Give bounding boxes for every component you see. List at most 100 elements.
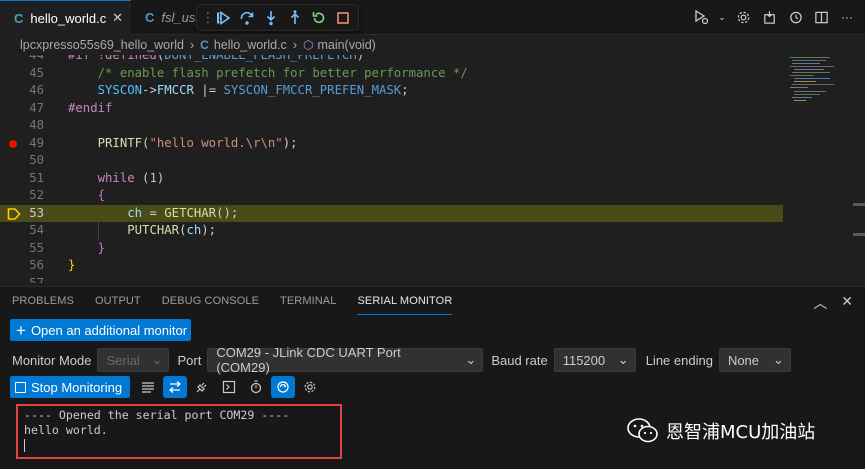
split-editor-icon[interactable] xyxy=(811,6,831,28)
code-line-52: 52 { xyxy=(29,188,106,202)
monitor-settings-row: Monitor Mode Serial ⌄ Port COM29 - JLink… xyxy=(12,345,862,375)
tab-fsl-usart[interactable]: C fsl_usa xyxy=(131,0,201,35)
chevron-down-icon: ⌄ xyxy=(151,352,163,367)
chevron-right-icon: › xyxy=(292,38,297,52)
monitor-toolbar: Stop Monitoring xyxy=(10,376,330,398)
step-over-icon xyxy=(240,11,254,25)
code-line-50: 50 xyxy=(29,153,44,167)
code-line-57: 57 xyxy=(29,275,44,284)
gear-icon xyxy=(304,381,316,393)
maximize-panel-icon[interactable]: ︿ xyxy=(813,293,827,313)
code-line-48: 48 xyxy=(29,118,44,132)
editor-tab-bar: C hello_world.c ✕ C fsl_usa ⋮⋮ ⌄ ··· xyxy=(0,0,865,35)
c-file-icon: C xyxy=(145,10,155,25)
baud-rate-label: Baud rate xyxy=(491,352,548,368)
open-monitor-label: Open an additional monitor xyxy=(30,322,188,338)
chevron-right-icon: › xyxy=(190,38,195,52)
bottom-panel: PROBLEMS OUTPUT DEBUG CONSOLE TERMINAL S… xyxy=(0,286,865,469)
stop-monitoring-label: Stop Monitoring xyxy=(31,379,123,395)
line-ending-label: Line ending xyxy=(645,352,713,368)
tab-output[interactable]: OUTPUT xyxy=(95,287,141,315)
toggle-hex-button[interactable] xyxy=(163,376,187,398)
chevron-down-icon[interactable]: ⌄ xyxy=(717,6,727,28)
tab-hello-world[interactable]: C hello_world.c ✕ xyxy=(0,0,131,35)
code-line-54: 54 PUTCHAR(ch); xyxy=(29,223,217,237)
tab-debug-console[interactable]: DEBUG CONSOLE xyxy=(162,287,259,315)
breadcrumb-file[interactable]: hello_world.c xyxy=(214,38,287,52)
wechat-logo-icon xyxy=(627,418,658,443)
drag-handle-icon[interactable]: ⋮⋮ xyxy=(201,9,227,26)
timestamp-button[interactable] xyxy=(244,376,268,398)
tab-terminal[interactable]: TERMINAL xyxy=(280,287,336,315)
output-line: ---- Opened the serial port COM29 ---- xyxy=(24,408,290,422)
minimap[interactable] xyxy=(790,55,852,283)
close-panel-icon[interactable]: ✕ xyxy=(841,293,853,313)
line-ending-select[interactable]: None ⌄ xyxy=(718,348,791,372)
step-into-icon xyxy=(266,10,276,25)
code-line-56: 56 } xyxy=(29,258,76,272)
play-bug-icon xyxy=(695,9,709,25)
settings-button[interactable] xyxy=(298,376,322,398)
plus-icon: + xyxy=(16,320,26,340)
c-file-icon: C xyxy=(200,38,209,52)
code-line-45: 45 /* enable flash prefetch for better p… xyxy=(29,65,468,80)
lines-icon xyxy=(142,382,154,393)
panel-tabs: PROBLEMS OUTPUT DEBUG CONSOLE TERMINAL S… xyxy=(0,287,865,315)
code-line-44: 44 #if !defined(DONT_ENABLE_FLASH_PREFET… xyxy=(29,55,365,62)
stopwatch-icon xyxy=(250,380,262,394)
toggle-word-wrap-button[interactable] xyxy=(136,376,160,398)
panel-actions: ︿ ✕ xyxy=(813,293,853,313)
continue-button[interactable] xyxy=(211,7,235,29)
chevron-down-icon: ⌄ xyxy=(465,352,477,367)
code-line-47: 47 #endif xyxy=(29,100,113,115)
code-editor[interactable]: 44 #if !defined(DONT_ENABLE_FLASH_PREFET… xyxy=(0,55,865,283)
editor-actions: ⌄ ··· xyxy=(691,6,857,28)
serial-output[interactable]: ---- Opened the serial port COM29 ---- h… xyxy=(16,404,342,459)
stop-button[interactable] xyxy=(331,7,355,29)
baud-rate-select[interactable]: 115200 ⌄ xyxy=(553,348,636,372)
continue-icon xyxy=(217,10,231,25)
close-icon[interactable]: ✕ xyxy=(112,10,123,26)
terminal-mode-button[interactable] xyxy=(217,376,241,398)
restart-button[interactable] xyxy=(307,7,331,29)
more-actions-icon[interactable]: ··· xyxy=(837,6,857,28)
code-line-53-current: 53 ch = GETCHAR(); xyxy=(0,204,783,222)
step-into-button[interactable] xyxy=(259,7,283,29)
code-line-46: 46 SYSCON->FMCCR |= SYSCON_FMCCR_PREFEN_… xyxy=(29,83,409,97)
monitor-mode-select[interactable]: Serial ⌄ xyxy=(97,348,170,372)
tab-problems[interactable]: PROBLEMS xyxy=(12,287,74,315)
watermark-text: 恩智浦MCU加油站 xyxy=(666,422,816,443)
settings-gear-icon[interactable] xyxy=(733,6,753,28)
monitor-mode-label: Monitor Mode xyxy=(12,352,92,368)
code-line-51: 51 while (1) xyxy=(29,170,165,185)
plug-icon xyxy=(196,382,207,393)
step-out-button[interactable] xyxy=(283,7,307,29)
breadcrumb-project[interactable]: lpcxpresso55s69_hello_world xyxy=(20,38,184,52)
terminal-icon xyxy=(222,380,236,394)
stop-square-icon xyxy=(15,381,26,393)
debug-toolbar: ⋮⋮ xyxy=(196,4,359,31)
run-debug-button[interactable] xyxy=(691,6,711,28)
c-file-icon: C xyxy=(14,10,24,26)
port-select[interactable]: COM29 - JLink CDC UART Port (COM29) ⌄ xyxy=(207,345,484,375)
code-line-49: 49 PRINTF("hello world.\r\n"); xyxy=(0,135,790,153)
open-additional-monitor-button[interactable]: + Open an additional monitor xyxy=(10,319,191,341)
stop-monitoring-button[interactable]: Stop Monitoring xyxy=(10,376,130,398)
chevron-down-icon: ⌄ xyxy=(617,352,629,367)
auto-reconnect-button[interactable] xyxy=(271,376,295,398)
plug-button[interactable] xyxy=(190,376,214,398)
function-cube-icon: ⬡ xyxy=(302,38,314,52)
restart-icon xyxy=(312,11,325,23)
wechat-watermark: 恩智浦MCU加油站 xyxy=(626,417,815,445)
stop-icon xyxy=(337,11,349,24)
history-icon[interactable] xyxy=(785,6,805,28)
breadcrumb-symbol[interactable]: main(void) xyxy=(317,38,375,52)
tab-serial-monitor[interactable]: SERIAL MONITOR xyxy=(357,287,453,315)
chip-settings-icon[interactable] xyxy=(759,6,779,28)
step-over-button[interactable] xyxy=(235,7,259,29)
scrollbar-marker xyxy=(853,203,865,206)
output-line: hello world. xyxy=(24,422,108,437)
scrollbar-marker xyxy=(853,233,865,236)
text-cursor xyxy=(24,439,25,452)
breadcrumb: lpcxpresso55s69_hello_world › C hello_wo… xyxy=(0,35,865,55)
